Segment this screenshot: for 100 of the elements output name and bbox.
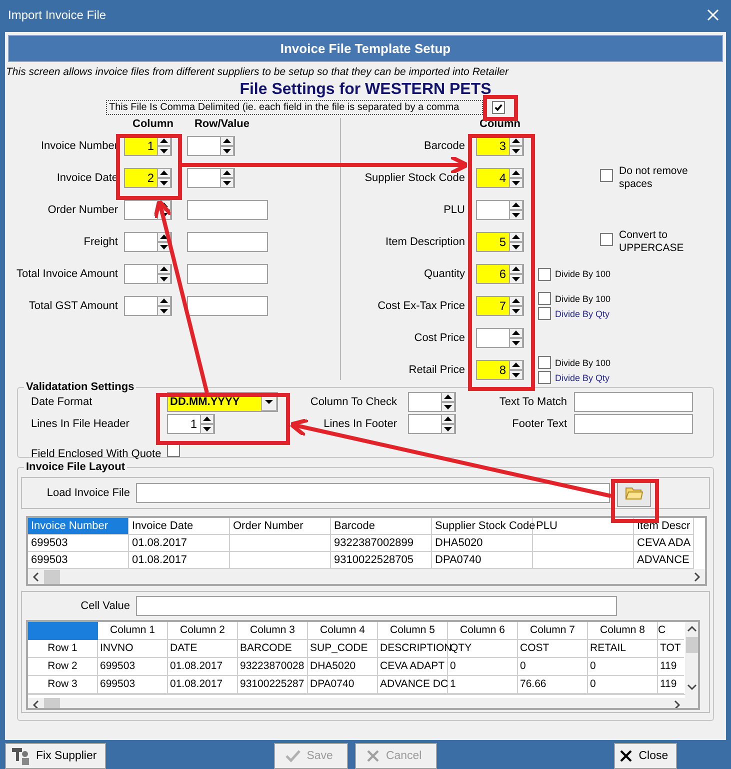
close-icon[interactable]: [707, 9, 719, 21]
table-cell: 01.08.2017: [168, 658, 238, 676]
column-header[interactable]: Supplier Stock Code: [432, 518, 533, 535]
checkbox[interactable]: [538, 268, 551, 280]
spin-field[interactable]: 7: [476, 296, 524, 316]
input-field[interactable]: [187, 296, 268, 316]
field-label: Cost Price: [414, 332, 465, 344]
row-header[interactable]: Row 3: [28, 676, 98, 694]
column-header[interactable]: C: [658, 622, 684, 640]
section-title: File Settings for WESTERN PETS: [238, 80, 492, 99]
field-label: Cost Ex-Tax Price: [378, 300, 465, 312]
checkbox[interactable]: [538, 307, 551, 320]
spin-field[interactable]: 3: [476, 136, 524, 156]
checkbox[interactable]: [600, 169, 613, 182]
scroll-up-icon[interactable]: [686, 625, 696, 633]
check-icon: [494, 103, 503, 112]
spin-arrows-icon: [441, 414, 455, 434]
spin-field[interactable]: [408, 414, 456, 434]
input-field[interactable]: [574, 414, 693, 434]
table-cell: 93223870028: [238, 658, 308, 676]
spin-field[interactable]: [187, 136, 235, 156]
column-heading: Row/Value: [193, 118, 251, 130]
spin-field[interactable]: 6: [476, 264, 524, 284]
checkbox[interactable]: [167, 444, 180, 457]
spin-field[interactable]: [124, 264, 172, 284]
column-header[interactable]: Column 7: [518, 622, 588, 640]
row-header[interactable]: Row 2: [28, 658, 98, 676]
window-title: Import Invoice File: [8, 8, 108, 22]
table-cell: ADVANCE DC: [378, 676, 448, 694]
spin-field[interactable]: [187, 168, 235, 188]
table-cell: 93100225287: [238, 676, 308, 694]
input-field[interactable]: [187, 200, 268, 220]
checkbox[interactable]: [538, 292, 551, 305]
scrollbar-thumb[interactable]: [44, 698, 60, 708]
row-header[interactable]: Row 1: [28, 640, 98, 658]
field-label: Freight: [84, 236, 118, 248]
spin-field[interactable]: 5: [476, 232, 524, 252]
scrollbar-thumb[interactable]: [686, 637, 698, 653]
column-header[interactable]: Column 1: [98, 622, 168, 640]
column-heading: Column: [132, 118, 174, 130]
column-header[interactable]: Invoice Number: [28, 518, 129, 535]
spin-arrows-icon: [509, 232, 523, 252]
input-field[interactable]: [187, 264, 268, 284]
spin-field[interactable]: [124, 232, 172, 252]
table-cell: TOT: [658, 640, 684, 658]
field-label: Retail Price: [408, 364, 465, 376]
vertical-scrollbar[interactable]: [685, 622, 698, 708]
input-field[interactable]: [574, 392, 693, 412]
field-label: Load Invoice File: [46, 487, 130, 499]
column-header[interactable]: Column 2: [168, 622, 238, 640]
column-header[interactable]: Column 4: [308, 622, 378, 640]
spin-field[interactable]: 2: [124, 168, 172, 188]
spin-field[interactable]: 1: [167, 414, 215, 434]
column-header[interactable]: Barcode: [331, 518, 432, 535]
table-cell: 01.08.2017: [129, 535, 230, 552]
spin-field[interactable]: [476, 200, 524, 220]
field-label: Order Number: [48, 204, 118, 216]
scroll-left-icon[interactable]: [32, 572, 40, 582]
column-header[interactable]: Order Number: [230, 518, 331, 535]
checkbox[interactable]: [538, 371, 551, 384]
option-label: Do not remove spaces: [619, 165, 689, 191]
highlight-frame: [611, 479, 659, 523]
spin-arrows-icon: [509, 296, 523, 316]
file-path-field[interactable]: [136, 483, 610, 503]
spin-field[interactable]: [124, 296, 172, 316]
spin-field[interactable]: [408, 392, 456, 412]
spin-arrows-icon: [220, 136, 234, 156]
spin-field[interactable]: [476, 328, 524, 348]
column-header[interactable]: Column 6: [448, 622, 518, 640]
scroll-right-icon[interactable]: [693, 572, 701, 582]
spin-arrows-icon: [157, 168, 171, 188]
field-label: Total GST Amount: [28, 300, 118, 312]
scroll-right-icon[interactable]: [673, 700, 681, 708]
scroll-down-icon[interactable]: [686, 683, 696, 691]
dialog-button[interactable]: Close: [614, 742, 678, 768]
spin-arrows-icon: [200, 414, 214, 434]
column-header[interactable]: Column 5: [378, 622, 448, 640]
column-header[interactable]: Column 3: [238, 622, 308, 640]
column-header[interactable]: Invoice Date: [129, 518, 230, 535]
spin-field[interactable]: 8: [476, 360, 524, 380]
checkbox[interactable]: [492, 101, 505, 114]
dialog-button[interactable]: Fix Supplier: [5, 742, 106, 768]
table-cell: 119: [658, 658, 684, 676]
highlight-frame: [483, 95, 518, 121]
field-label: Date Format: [31, 396, 94, 408]
group-title: Validatation Settings: [25, 381, 136, 393]
comma-delimited-label: This File Is Comma Delimited (ie. each field in the file is separated by a comma: [106, 100, 483, 115]
checkbox[interactable]: [538, 356, 551, 369]
column-header[interactable]: Column 8: [588, 622, 658, 640]
horizontal-scrollbar[interactable]: [28, 569, 705, 584]
horizontal-scrollbar[interactable]: [28, 698, 685, 708]
field-label: Text To Match: [498, 396, 568, 408]
spin-field[interactable]: 1: [124, 136, 172, 156]
input-field[interactable]: [187, 232, 268, 252]
spin-field[interactable]: 4: [476, 168, 524, 188]
table-cell: 699503: [98, 676, 168, 694]
input-field[interactable]: [136, 596, 617, 616]
checkbox[interactable]: [600, 233, 613, 246]
scroll-left-icon[interactable]: [32, 700, 40, 708]
scrollbar-thumb[interactable]: [44, 570, 60, 584]
